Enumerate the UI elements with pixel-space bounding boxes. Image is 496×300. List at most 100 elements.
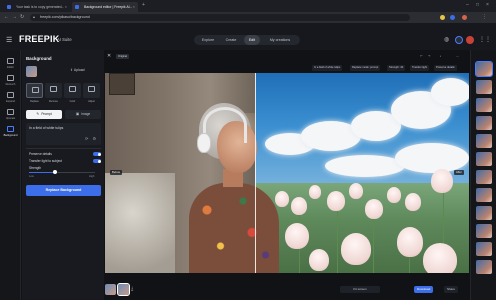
before-after-image[interactable]: Before After <box>105 73 469 273</box>
browser-address-bar: ← → ↻ 🔒︎ freepik.com/pikaso/background ⋮ <box>0 12 496 23</box>
mode-create[interactable]: Create <box>220 35 242 45</box>
mode-edit[interactable]: Edit <box>244 35 260 45</box>
forward-icon[interactable]: → <box>12 14 17 20</box>
rail-item-upscale[interactable]: Upscale <box>0 107 21 124</box>
upload-button[interactable]: ⇪ Upload <box>70 68 85 72</box>
close-icon[interactable]: ✕ <box>107 53 111 59</box>
mode-explore[interactable]: Explore <box>196 35 220 45</box>
segment-label: Image <box>81 112 91 116</box>
tab-favicon-icon <box>75 5 79 9</box>
rail-item-expand[interactable]: Expand <box>0 90 21 107</box>
history-thumbnail[interactable] <box>476 224 492 238</box>
history-thumbnail[interactable] <box>476 170 492 184</box>
extension-icon[interactable] <box>440 15 445 20</box>
rail-item-retouch[interactable]: Retouch <box>0 73 21 90</box>
segment-image[interactable]: ▣ Image <box>65 110 101 119</box>
option-remove[interactable] <box>45 83 62 98</box>
history-thumbnail[interactable] <box>476 206 492 220</box>
hamburger-menu-icon[interactable]: ☰ <box>6 36 12 44</box>
rail-item-editor[interactable]: Editor <box>0 56 21 73</box>
wall-picture <box>109 73 135 95</box>
tulip <box>423 243 457 273</box>
browser-menu-icon[interactable]: ⋮ <box>482 14 487 20</box>
minimize-icon[interactable]: – <box>466 2 469 8</box>
mode-switcher: Explore Create Edit My creations <box>194 35 300 45</box>
history-thumbnail[interactable] <box>476 116 492 130</box>
url-field[interactable]: 🔒︎ freepik.com/pikaso/background <box>30 14 410 21</box>
result-thumbnail[interactable] <box>117 283 130 296</box>
canvas-area: ✕ Original ↶ ↷ ◐ ⋯ In a field of white t… <box>104 50 470 300</box>
browser-tab-1[interactable]: Your task is to copy generated... × <box>4 2 70 12</box>
cloud <box>395 143 469 173</box>
download-button[interactable]: Download <box>414 286 434 293</box>
tulip <box>285 223 309 249</box>
app-window: Your task is to copy generated... × Back… <box>0 0 496 300</box>
chip-preserve-details: Preserve details <box>434 65 457 71</box>
option-color[interactable] <box>64 83 81 98</box>
history-thumbnail[interactable] <box>475 61 493 77</box>
close-tab-icon[interactable]: × <box>133 2 135 12</box>
patterned-dress <box>189 183 279 273</box>
tulip <box>341 233 371 265</box>
browser-tab-2[interactable]: Background editor | Freepik AI... × <box>72 2 138 12</box>
preserve-details-switch[interactable] <box>93 152 101 156</box>
result-thumbnail[interactable] <box>105 284 116 295</box>
strength-slider[interactable] <box>29 170 95 174</box>
redo-icon[interactable]: ↷ <box>428 54 431 58</box>
history-thumbnail[interactable] <box>476 242 492 256</box>
compare-icon[interactable]: ◐ <box>440 54 442 58</box>
download-icon[interactable]: ⤓ <box>131 286 133 292</box>
reload-icon[interactable]: ↻ <box>20 14 24 20</box>
maximize-icon[interactable]: □ <box>476 2 479 8</box>
tulip <box>327 191 345 211</box>
toggle-transfer-light: Transfer light to subject <box>29 158 101 164</box>
option-label: Adjust <box>88 100 95 103</box>
headphone-icon <box>197 133 211 153</box>
remove-icon <box>50 86 57 92</box>
tulip <box>365 199 383 219</box>
profile-icon[interactable] <box>462 15 467 20</box>
history-thumbnail[interactable] <box>476 152 492 166</box>
transfer-light-switch[interactable] <box>93 159 101 163</box>
close-window-icon[interactable]: × <box>486 2 489 8</box>
history-thumbnail[interactable] <box>476 134 492 148</box>
freepik-logo[interactable]: FREEPIK <box>19 34 59 44</box>
prompt-textarea[interactable]: In a field of white tulips <box>26 123 101 145</box>
history-thumbnail[interactable] <box>476 188 492 202</box>
after-label: After <box>454 170 464 175</box>
extension-icon[interactable] <box>450 15 455 20</box>
segment-prompt[interactable]: ✎ Prompt <box>26 110 62 119</box>
original-tag[interactable]: Original <box>116 54 129 59</box>
source-thumbnail[interactable] <box>26 66 37 77</box>
user-avatar[interactable] <box>466 36 474 44</box>
zoom-control[interactable]: Fit screen <box>340 286 380 293</box>
more-options-icon[interactable]: ⋯ <box>456 54 459 58</box>
apps-grid-icon[interactable]: ⋮⋮ <box>479 36 491 43</box>
mode-my-creations[interactable]: My creations <box>262 35 298 45</box>
result-filmstrip: ⤓ Fit screen Download Share <box>104 283 470 297</box>
close-tab-icon[interactable]: × <box>65 2 67 12</box>
undo-icon[interactable]: ↶ <box>420 54 423 58</box>
replace-background-button[interactable]: Replace Background <box>26 185 101 196</box>
compare-divider[interactable] <box>255 73 256 273</box>
history-thumbnail[interactable] <box>476 98 492 112</box>
share-button[interactable]: Share <box>444 286 459 293</box>
history-thumbnail[interactable] <box>476 260 492 274</box>
option-adjust[interactable] <box>83 83 100 98</box>
strength-label: Strength <box>29 166 42 170</box>
option-replace[interactable] <box>26 83 43 98</box>
suite-label: AI Suite <box>57 37 72 42</box>
rail-item-background[interactable]: Background <box>0 124 21 141</box>
refresh-prompt-icon[interactable]: ⟳ <box>85 136 88 141</box>
back-icon[interactable]: ← <box>4 14 9 20</box>
history-thumbnail[interactable] <box>476 80 492 94</box>
new-tab-icon[interactable]: + <box>142 2 145 8</box>
prompt-settings-icon[interactable]: ⚙ <box>92 136 96 141</box>
notification-icon[interactable]: ◍ <box>444 36 449 43</box>
plan-badge[interactable] <box>455 36 463 44</box>
tulip <box>387 187 401 203</box>
slider-knob[interactable] <box>53 170 58 174</box>
tulip <box>405 193 421 211</box>
upscale-icon <box>7 109 14 115</box>
rail-label: Upscale <box>5 117 16 120</box>
